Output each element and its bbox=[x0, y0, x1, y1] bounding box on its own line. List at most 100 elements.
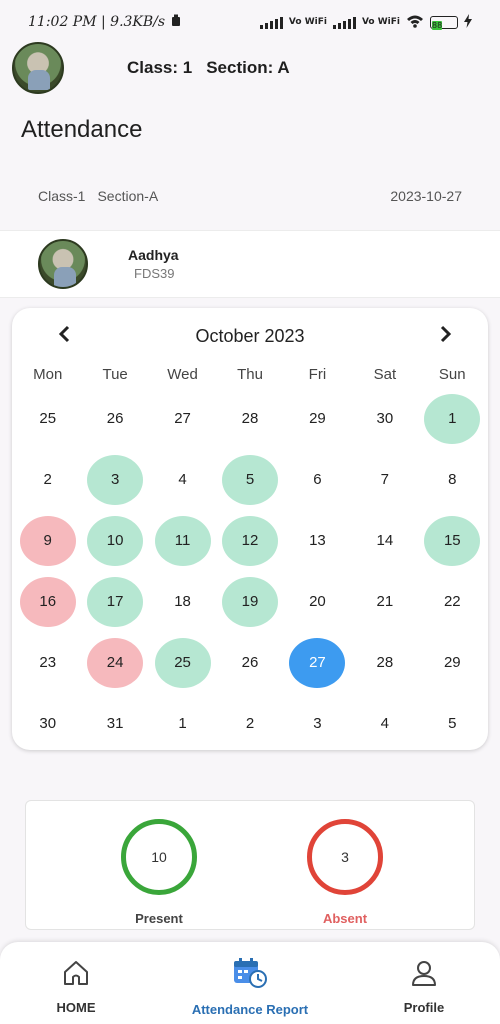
calendar-day-number: 30 bbox=[39, 715, 57, 732]
absent-ring: 3 bbox=[307, 819, 383, 895]
calendar-day[interactable]: 28 bbox=[216, 388, 283, 449]
calendar-day[interactable]: 2 bbox=[14, 449, 81, 510]
calendar-day-number: 17 bbox=[87, 576, 144, 627]
calendar-day-number: 24 bbox=[87, 637, 144, 688]
calendar-day[interactable]: 4 bbox=[149, 449, 216, 510]
home-icon bbox=[40, 956, 112, 990]
calendar-day[interactable]: 5 bbox=[216, 449, 283, 510]
student-card[interactable]: Aadhya FDS39 bbox=[0, 230, 500, 298]
calendar-day[interactable]: 12 bbox=[216, 510, 283, 571]
present-ring: 10 bbox=[121, 819, 197, 895]
calendar-day[interactable]: 27 bbox=[284, 632, 351, 693]
calendar-day[interactable]: 1 bbox=[149, 693, 216, 754]
vowifi-label: Vo WiFi bbox=[288, 16, 327, 27]
weekday-label: Wed bbox=[167, 366, 198, 383]
signal-icon bbox=[332, 15, 356, 29]
calendar-day[interactable]: 18 bbox=[149, 571, 216, 632]
calendar-day[interactable]: 8 bbox=[419, 449, 486, 510]
calendar-day[interactable]: 6 bbox=[284, 449, 351, 510]
calendar-day-number: 29 bbox=[443, 654, 461, 671]
calendar-day[interactable]: 3 bbox=[81, 449, 148, 510]
calendar-day[interactable]: 29 bbox=[419, 632, 486, 693]
calendar-day[interactable]: 15 bbox=[419, 510, 486, 571]
calendar-day[interactable]: 5 bbox=[419, 693, 486, 754]
calendar-day-number: 1 bbox=[178, 715, 187, 732]
calendar-day-number: 27 bbox=[289, 637, 346, 688]
nav-profile[interactable]: Profile bbox=[388, 956, 460, 1015]
calendar-day[interactable]: 31 bbox=[81, 693, 148, 754]
calendar-day[interactable]: 14 bbox=[351, 510, 418, 571]
calendar-day-number: 12 bbox=[221, 515, 278, 566]
calendar-day[interactable]: 13 bbox=[284, 510, 351, 571]
header-class-section: Class: 1 Section: A bbox=[127, 58, 290, 78]
calendar-day[interactable]: 16 bbox=[14, 571, 81, 632]
avatar[interactable] bbox=[12, 42, 64, 94]
calendar-day-number: 30 bbox=[376, 410, 394, 427]
calendar-day[interactable]: 24 bbox=[81, 632, 148, 693]
calendar-day-number: 2 bbox=[43, 471, 52, 488]
calendar-day[interactable]: 19 bbox=[216, 571, 283, 632]
calendar-day-number: 21 bbox=[376, 593, 394, 610]
calendar-day[interactable]: 7 bbox=[351, 449, 418, 510]
calendar-day-number: 20 bbox=[309, 593, 326, 610]
battery-level: 88 bbox=[432, 20, 443, 30]
status-time: 11:02 PM | 9.3KB/s bbox=[28, 14, 166, 30]
calendar-day[interactable]: 9 bbox=[14, 510, 81, 571]
calendar-day[interactable]: 2 bbox=[216, 693, 283, 754]
calendar-day-number: 23 bbox=[39, 654, 57, 671]
student-code: FDS39 bbox=[134, 266, 175, 281]
calendar-day-number: 26 bbox=[241, 654, 259, 671]
calendar-day[interactable]: 10 bbox=[81, 510, 148, 571]
calendar-day-number: 16 bbox=[19, 576, 76, 627]
calendar-day[interactable]: 1 bbox=[419, 388, 486, 449]
calendar-day-number: 27 bbox=[174, 410, 191, 427]
nav-attendance-label: Attendance Report bbox=[191, 1002, 309, 1017]
nav-attendance-report[interactable]: Attendance Report bbox=[170, 956, 330, 1017]
weekday-label: Fri bbox=[308, 366, 327, 383]
calendar-day-number: 10 bbox=[87, 515, 144, 566]
calendar-day[interactable]: 11 bbox=[149, 510, 216, 571]
calendar-month-title: October 2023 bbox=[195, 326, 305, 346]
calendar-day-number: 4 bbox=[380, 715, 390, 732]
calendar-day[interactable]: 20 bbox=[284, 571, 351, 632]
calendar-day[interactable]: 23 bbox=[14, 632, 81, 693]
calendar-day-number: 29 bbox=[309, 410, 326, 427]
calendar-day[interactable]: 17 bbox=[81, 571, 148, 632]
calendar-day-number: 15 bbox=[424, 515, 481, 566]
calendar-day[interactable]: 30 bbox=[14, 693, 81, 754]
calendar-day[interactable]: 30 bbox=[351, 388, 418, 449]
header-section: Section: A bbox=[206, 58, 290, 77]
calendar-day-number: 11 bbox=[154, 515, 211, 566]
app-header: Class: 1 Section: A bbox=[12, 42, 488, 94]
calendar-day-number: 18 bbox=[174, 593, 191, 610]
calendar-day-number: 28 bbox=[376, 654, 394, 671]
calendar-day-number: 19 bbox=[221, 576, 278, 627]
calendar-day[interactable]: 26 bbox=[81, 388, 148, 449]
calendar-day[interactable]: 26 bbox=[216, 632, 283, 693]
calendar-day[interactable]: 21 bbox=[351, 571, 418, 632]
weekday-label: Sat bbox=[373, 366, 397, 383]
calendar-day[interactable]: 25 bbox=[14, 388, 81, 449]
calendar-day-number: 22 bbox=[443, 593, 461, 610]
nav-home[interactable]: HOME bbox=[40, 956, 112, 1015]
calendar-day[interactable]: 27 bbox=[149, 388, 216, 449]
calendar-day[interactable]: 28 bbox=[351, 632, 418, 693]
student-info: Aadhya FDS39 bbox=[128, 247, 179, 281]
chevron-right-icon[interactable] bbox=[438, 324, 452, 349]
chevron-left-icon[interactable] bbox=[58, 324, 72, 349]
page-title: Attendance bbox=[21, 116, 143, 143]
attendance-calendar: October 2023 Mon Tue Wed Thu Fri Sat Sun 25 26 2… bbox=[12, 308, 488, 750]
calendar-day-number: 3 bbox=[87, 454, 144, 505]
calendar-day-number: 28 bbox=[241, 410, 259, 427]
calendar-day-number: 2 bbox=[245, 715, 255, 732]
calendar-day[interactable]: 29 bbox=[284, 388, 351, 449]
calendar-day-number: 14 bbox=[376, 532, 394, 549]
calendar-day[interactable]: 25 bbox=[149, 632, 216, 693]
calendar-day-number: 25 bbox=[154, 637, 211, 688]
calendar-day-number: 13 bbox=[309, 532, 326, 549]
weekday-label: Sun bbox=[438, 366, 466, 383]
calendar-day[interactable]: 4 bbox=[351, 693, 418, 754]
calendar-day[interactable]: 3 bbox=[284, 693, 351, 754]
calendar-day[interactable]: 22 bbox=[419, 571, 486, 632]
calendar-day-number: 25 bbox=[39, 410, 57, 427]
